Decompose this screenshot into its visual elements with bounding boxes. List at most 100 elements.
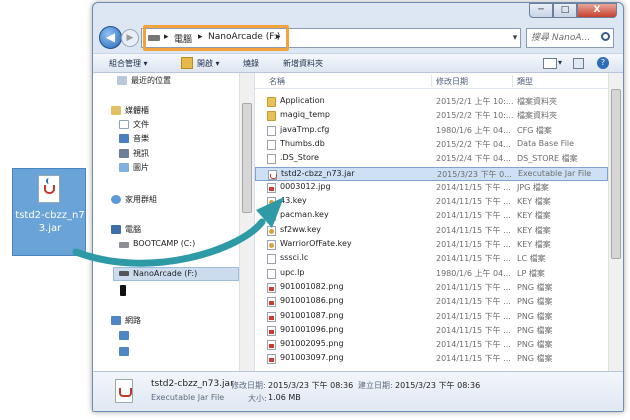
img-file-icon [267, 340, 276, 351]
library-icon [111, 106, 121, 115]
file-date: 2014/11/15 下午 ... [436, 325, 511, 335]
forward-button[interactable]: ▶ [121, 29, 139, 47]
view-dropdown-icon[interactable]: ▾ [558, 58, 562, 67]
nav-item-homegroup[interactable]: 家用群組 [125, 194, 157, 205]
file-type: PNG 檔案 [517, 282, 553, 292]
column-type[interactable]: 類型 [517, 76, 533, 87]
open-button[interactable]: 開啟 ▾ [197, 58, 220, 69]
nav-item-documents[interactable]: 文件 [133, 119, 149, 130]
file-date: 2015/2/2 下午 04... [436, 139, 511, 149]
minimize-button[interactable]: ─ [529, 3, 553, 18]
nav-scrollbar-thumb[interactable] [242, 103, 252, 213]
doc-file-icon [267, 139, 276, 150]
file-name: sssci.lc [280, 253, 309, 263]
file-type: KEY 檔案 [517, 211, 551, 221]
table-row[interactable]: .DS_Store 2015/2/4 下午 04... DS_STORE 檔案 [255, 152, 608, 166]
file-list-scrollbar[interactable] [608, 73, 623, 371]
computer-icon [111, 225, 121, 234]
nav-scrollbar[interactable] [239, 73, 254, 371]
file-date: 2015/3/23 下午 0... [437, 169, 512, 179]
table-row[interactable]: 43.key 2014/11/15 下午 ... KEY 檔案 [255, 195, 608, 209]
table-row-selected[interactable]: tstd2-cbzz_n73.jar 2015/3/23 下午 0... Execu… [255, 166, 608, 181]
table-row[interactable]: WarriorOfFate.key 2014/11/15 下午 ... KEY 檔案 [255, 238, 608, 252]
file-type: DS_STORE 檔案 [517, 154, 578, 164]
back-button[interactable]: ◀ [99, 26, 122, 49]
file-date: 2014/11/15 下午 ... [436, 282, 511, 292]
file-date: 2015/2/2 下午 10:... [436, 111, 514, 121]
table-row[interactable]: 901001096.png 2014/11/15 下午 ... PNG 檔案 [255, 324, 608, 338]
details-created-label: 建立日期: [358, 381, 393, 390]
network-computer-icon [119, 347, 129, 356]
key-file-icon [267, 240, 276, 250]
file-name: 901001087.png [280, 310, 344, 320]
details-modified-value: 2015/3/23 下午 08:36 [268, 381, 354, 390]
nav-item-videos[interactable]: 視訊 [133, 148, 149, 159]
nav-buttons: ◀ ▶ [99, 26, 139, 50]
file-name: Application [280, 96, 325, 105]
jar-file-icon [268, 169, 277, 180]
key-file-icon [267, 225, 276, 236]
table-row[interactable]: 0003012.jpg 2014/11/15 下午 ... JPG 檔案 [255, 181, 608, 195]
nav-item-pictures[interactable]: 圖片 [133, 162, 149, 173]
table-row[interactable]: 901001082.png 2014/11/15 下午 ... PNG 檔案 [255, 281, 608, 295]
nav-item-bootcamp[interactable]: BOOTCAMP (C:) [133, 239, 195, 248]
table-row[interactable]: magiq_temp 2015/2/2 下午 10:... 檔案資料夾 [255, 109, 608, 123]
file-type: LP 檔案 [517, 268, 545, 278]
music-icon [119, 134, 129, 143]
table-row[interactable]: Thumbs.db 2015/2/2 下午 04... Data Base File [255, 138, 608, 152]
doc-file-icon [267, 268, 276, 279]
table-row[interactable]: 901002095.png 2014/11/15 下午 ... PNG 檔案 [255, 338, 608, 352]
command-bar: 組合管理 ▾ 開啟 ▾ 燒錄 新增資料夾 ▾ ? [93, 53, 623, 73]
organize-button[interactable]: 組合管理 ▾ [109, 58, 148, 69]
table-row[interactable]: javaTmp.cfg 1980/1/6 上午 04... CFG 檔案 [255, 124, 608, 138]
drive-icon [119, 271, 129, 276]
table-row[interactable]: 901001086.png 2014/11/15 下午 ... PNG 檔案 [255, 295, 608, 309]
nav-item-network[interactable]: 網路 [125, 315, 141, 326]
nav-item-computer[interactable]: 電腦 [125, 224, 141, 235]
file-name: 901001086.png [280, 296, 344, 306]
preview-pane-icon[interactable] [573, 58, 584, 69]
table-row[interactable]: 901003097.png 2014/11/15 下午 ... PNG 檔案 [255, 352, 608, 366]
pictures-icon [119, 163, 129, 172]
img-file-icon [267, 282, 276, 293]
homegroup-icon [111, 195, 121, 204]
file-name: 901001082.png [280, 281, 344, 291]
img-file-icon [267, 325, 276, 336]
desktop-jar-file-icon[interactable]: tstd2-cbzz_n73.jar [12, 168, 86, 256]
file-type: PNG 檔案 [517, 340, 553, 350]
help-icon[interactable]: ? [597, 57, 609, 69]
column-date[interactable]: 修改日期 [436, 76, 468, 87]
table-row[interactable]: pacman.key 2014/11/15 下午 ... KEY 檔案 [255, 209, 608, 223]
nav-item-music[interactable]: 音樂 [133, 133, 149, 144]
table-row[interactable]: upc.lp 1980/1/6 上午 04... LP 檔案 [255, 267, 608, 281]
file-date: 2015/2/4 下午 04... [436, 154, 511, 164]
burn-button[interactable]: 燒錄 [243, 58, 259, 69]
nav-item-recent[interactable]: 最近的位置 [131, 75, 171, 86]
desktop-icon-label: tstd2-cbzz_n73.jar [15, 210, 85, 234]
table-row[interactable]: sssci.lc 2014/11/15 下午 ... LC 檔案 [255, 252, 608, 266]
maximize-button[interactable]: □ [553, 3, 577, 18]
file-date: 2014/11/15 下午 ... [436, 211, 511, 221]
address-highlight-box [143, 25, 289, 51]
details-file-type: Executable Jar File [151, 393, 225, 402]
new-folder-button[interactable]: 新增資料夾 [283, 58, 323, 69]
file-date: 2014/11/15 下午 ... [436, 197, 511, 207]
table-row[interactable]: Application 2015/2/1 上午 10:... 檔案資料夾 [255, 95, 608, 109]
nav-item-nanoarcade[interactable]: NanoArcade (F:) [133, 269, 197, 278]
file-name: sf2ww.key [280, 224, 321, 234]
table-row[interactable]: sf2ww.key 2014/11/15 下午 ... KEY 檔案 [255, 224, 608, 238]
table-row[interactable]: 901001087.png 2014/11/15 下午 ... PNG 檔案 [255, 310, 608, 324]
file-type: Executable Jar File [518, 168, 592, 178]
nav-item-libraries[interactable]: 媒體櫃 [125, 105, 149, 116]
column-name[interactable]: 名稱 [269, 76, 285, 87]
file-date: 2014/11/15 下午 ... [436, 225, 511, 235]
address-dropdown-icon[interactable]: ▾ [504, 29, 526, 47]
file-type: PNG 檔案 [517, 325, 553, 335]
file-name: tstd2-cbzz_n73.jar [281, 168, 355, 178]
file-list-scrollbar-thumb[interactable] [611, 89, 621, 259]
file-date: 1980/1/6 上午 04... [436, 125, 511, 135]
videos-icon [119, 149, 129, 158]
close-button[interactable]: X [577, 3, 617, 18]
jar-file-icon [38, 175, 60, 203]
view-options-icon[interactable] [543, 58, 557, 69]
